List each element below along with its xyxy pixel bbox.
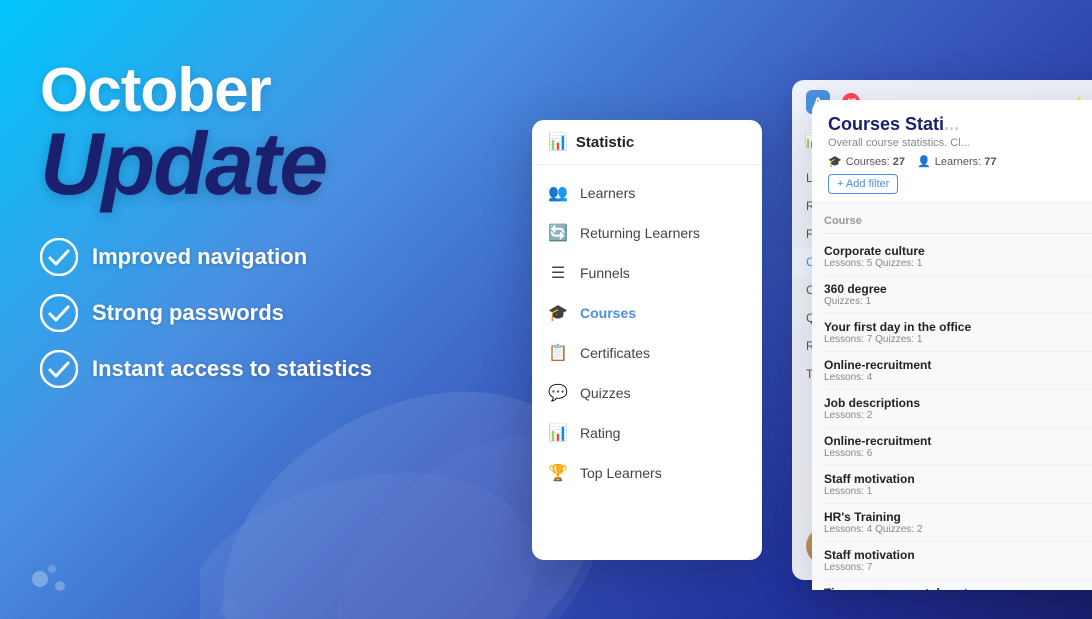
sidebar-item-funnels[interactable]: ☰ Funnels (532, 253, 762, 293)
quizzes-icon: 💬 (548, 383, 568, 403)
sidebar-label-quizzes: Quizzes (580, 385, 631, 401)
rating-icon: 📊 (548, 423, 568, 443)
course-name: Staff motivation (824, 548, 1092, 562)
course-name: Job descriptions (824, 396, 1092, 410)
sidebar-item-courses[interactable]: 🎓 Courses (532, 293, 762, 333)
funnels-icon: ☰ (548, 263, 568, 283)
table-row: Your first day in the office Lessons: 7 … (824, 314, 1092, 352)
data-panel-title: Courses Stati... (828, 114, 1092, 135)
course-meta: Lessons: 7 (824, 562, 1092, 573)
course-meta: Quizzes: 1 (824, 296, 1092, 307)
course-meta: Lessons: 2 (824, 410, 1092, 421)
ui-mockup: A 47 ⭐ › 📊 Statistic Learners Returning … (532, 0, 1092, 619)
course-name: Online-recruitment (824, 358, 1092, 372)
table-row: Staff motivation Lessons: 7 (824, 542, 1092, 580)
courses-count-badge: 🎓 Courses: 27 (828, 155, 905, 168)
feature-label-stats: Instant access to statistics (92, 356, 372, 382)
course-meta: Lessons: 5 Quizzes: 1 (824, 258, 1092, 269)
table-row: 360 degree Quizzes: 1 (824, 276, 1092, 314)
feature-label-pwd: Strong passwords (92, 300, 284, 326)
sidebar-nav: 👥 Learners 🔄 Returning Learners ☰ Funnel… (532, 165, 762, 501)
sidebar-item-top-learners[interactable]: 🏆 Top Learners (532, 453, 762, 493)
sidebar-label-top-learners: Top Learners (580, 465, 662, 481)
course-name: Your first day in the office (824, 320, 1092, 334)
sidebar-stat-icon: 📊 (548, 132, 568, 152)
title-october: October (40, 60, 372, 122)
course-meta: Lessons: 1 (824, 486, 1092, 497)
deco-circles (30, 534, 110, 599)
sidebar-item-certificates[interactable]: 📋 Certificates (532, 333, 762, 373)
learners-count-badge: 👤 Learners: 77 (917, 155, 996, 168)
data-panel-table: Course Corporate culture Lessons: 5 Quiz… (812, 203, 1092, 590)
title-update: Update (40, 122, 372, 206)
sidebar-label-rating: Rating (580, 425, 620, 441)
course-name: Online-recruitment (824, 434, 1092, 448)
table-row: Corporate culture Lessons: 5 Quizzes: 1 (824, 238, 1092, 276)
feature-label-nav: Improved navigation (92, 244, 307, 270)
data-panel: Courses Stati... Overall course statisti… (812, 100, 1092, 590)
feature-item-nav: Improved navigation (40, 238, 372, 276)
course-name: 360 degree (824, 282, 1092, 296)
table-row: Staff motivation Lessons: 1 (824, 466, 1092, 504)
feature-list: Improved navigation Strong passwords Ins… (40, 238, 372, 388)
table-row: Online-recruitment Lessons: 6 (824, 428, 1092, 466)
sidebar-item-rating[interactable]: 📊 Rating (532, 413, 762, 453)
table-row: HR's Training Lessons: 4 Quizzes: 2 (824, 504, 1092, 542)
table-header: Course (824, 211, 1092, 234)
sidebar-label-funnels: Funnels (580, 265, 630, 281)
table-row: Time management: how to... Lessons: 7 Qu… (824, 580, 1092, 590)
course-name: HR's Training (824, 510, 1092, 524)
sidebar-item-learners[interactable]: 👥 Learners (532, 173, 762, 213)
sidebar-label-certificates: Certificates (580, 345, 650, 361)
course-meta: Lessons: 7 Quizzes: 1 (824, 334, 1092, 345)
course-meta: Lessons: 6 (824, 448, 1092, 459)
courses-icon: 🎓 (548, 303, 568, 323)
sidebar-label-returning: Returning Learners (580, 225, 700, 241)
sidebar-header: 📊 Statistic (532, 120, 762, 165)
certificates-icon: 📋 (548, 343, 568, 363)
course-name: Time management: how to... (824, 586, 1092, 590)
top-learners-icon: 🏆 (548, 463, 568, 483)
hero-section: October Update Improved navigation Stron… (40, 60, 372, 388)
returning-icon: 🔄 (548, 223, 568, 243)
sidebar-title: Statistic (576, 134, 634, 151)
course-meta: Lessons: 4 (824, 372, 1092, 383)
feature-item-stats: Instant access to statistics (40, 350, 372, 388)
data-panel-stats: 🎓 Courses: 27 👤 Learners: 77 (828, 155, 1092, 168)
check-icon-stats (40, 350, 78, 388)
check-icon-pwd (40, 294, 78, 332)
table-row: Online-recruitment Lessons: 4 (824, 352, 1092, 390)
sidebar-label-learners: Learners (580, 185, 635, 201)
courses-icon-small: 🎓 (828, 155, 842, 168)
table-row: Job descriptions Lessons: 2 (824, 390, 1092, 428)
learners-icon-small: 👤 (917, 155, 931, 168)
course-name: Staff motivation (824, 472, 1092, 486)
learners-count: Learners: 77 (935, 156, 997, 168)
courses-count: Courses: 27 (846, 156, 905, 168)
sidebar-label-courses: Courses (580, 305, 636, 321)
data-panel-subtitle: Overall course statistics. Cl... (828, 137, 1092, 149)
check-icon-nav (40, 238, 78, 276)
feature-item-pwd: Strong passwords (40, 294, 372, 332)
add-filter-button[interactable]: + Add filter (828, 174, 898, 194)
learners-icon: 👥 (548, 183, 568, 203)
sidebar-item-returning[interactable]: 🔄 Returning Learners (532, 213, 762, 253)
data-panel-header: Courses Stati... Overall course statisti… (812, 100, 1092, 203)
course-name: Corporate culture (824, 244, 1092, 258)
sidebar-panel: 📊 Statistic 👥 Learners 🔄 Returning Learn… (532, 120, 762, 560)
sidebar-item-quizzes[interactable]: 💬 Quizzes (532, 373, 762, 413)
course-meta: Lessons: 4 Quizzes: 2 (824, 524, 1092, 535)
